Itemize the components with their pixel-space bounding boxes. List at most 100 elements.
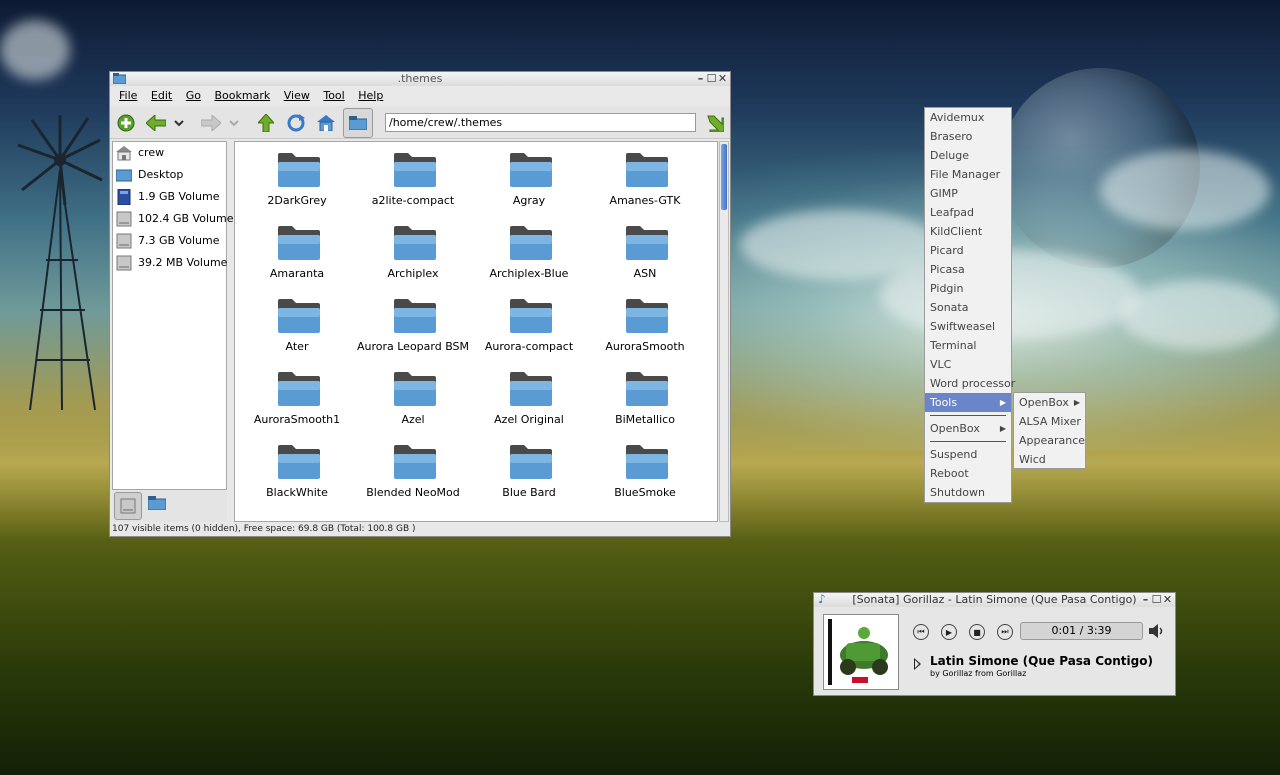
menu-bookmark[interactable]: Bookmark bbox=[210, 86, 276, 106]
folder-item[interactable]: Azel Original bbox=[471, 361, 587, 434]
folder-item[interactable]: ASN bbox=[587, 215, 703, 288]
maximize-button[interactable]: ☐ bbox=[706, 72, 717, 86]
up-button[interactable] bbox=[255, 112, 277, 134]
folder-item[interactable]: BiMetallico bbox=[587, 361, 703, 434]
side-item-volume[interactable]: 1.9 GB Volume bbox=[113, 186, 226, 208]
menu-item-avidemux[interactable]: Avidemux bbox=[925, 108, 1011, 127]
folder-item[interactable]: Archiplex bbox=[355, 215, 471, 288]
folder-item[interactable]: a2lite-compact bbox=[355, 142, 471, 215]
side-item-volume[interactable]: 39.2 MB Volume bbox=[113, 252, 227, 274]
back-button[interactable] bbox=[145, 112, 167, 134]
menu-item-openbox[interactable]: OpenBox ▶ bbox=[925, 419, 1011, 438]
side-item-home[interactable]: crew bbox=[113, 142, 226, 164]
location-input[interactable]: /home/crew/.themes bbox=[385, 113, 696, 132]
menu-item-kildclient[interactable]: KildClient bbox=[925, 222, 1011, 241]
side-item-volume[interactable]: 102.4 GB Volume bbox=[113, 208, 233, 230]
menu-item-picard[interactable]: Picard bbox=[925, 241, 1011, 260]
places-view-button[interactable] bbox=[114, 492, 142, 520]
next-button[interactable]: ⏭ bbox=[997, 624, 1013, 640]
maximize-button[interactable]: ☐ bbox=[1151, 593, 1162, 607]
folder-item[interactable]: Agray bbox=[471, 142, 587, 215]
folder-item[interactable]: BlueSmoke bbox=[587, 434, 703, 507]
folder-label: BiMetallico bbox=[615, 413, 675, 426]
go-button[interactable] bbox=[704, 112, 726, 134]
menu-item-vlc[interactable]: VLC bbox=[925, 355, 1011, 374]
menu-item-deluge[interactable]: Deluge bbox=[925, 146, 1011, 165]
menu-item-label: Terminal bbox=[930, 339, 977, 352]
menu-item-wicd[interactable]: Wicd bbox=[1014, 450, 1085, 469]
stop-button[interactable]: ■ bbox=[969, 624, 985, 640]
menu-item-sonata[interactable]: Sonata bbox=[925, 298, 1011, 317]
volume-button[interactable] bbox=[1148, 623, 1164, 642]
forward-history-button[interactable] bbox=[227, 112, 241, 134]
folder-item[interactable]: AuroraSmooth bbox=[587, 288, 703, 361]
cloud bbox=[1120, 280, 1280, 350]
folder-item[interactable]: BlackWhite bbox=[239, 434, 355, 507]
menu-edit[interactable]: Edit bbox=[146, 86, 177, 106]
close-button[interactable]: ✕ bbox=[717, 72, 728, 86]
folder-item[interactable]: 2DarkGrey bbox=[239, 142, 355, 215]
menu-item-alsa-mixer[interactable]: ALSA Mixer bbox=[1014, 412, 1085, 431]
menu-item-swiftweasel[interactable]: Swiftweasel bbox=[925, 317, 1011, 336]
expander-arrow-icon[interactable] bbox=[914, 658, 921, 670]
new-tab-button[interactable] bbox=[115, 112, 137, 134]
sonata-titlebar[interactable]: ♪ [Sonata] Gorillaz - Latin Simone (Que … bbox=[814, 592, 1175, 607]
menu-item-file-manager[interactable]: File Manager bbox=[925, 165, 1011, 184]
folder-item[interactable]: Azel bbox=[355, 361, 471, 434]
side-item-desktop[interactable]: Desktop bbox=[113, 164, 226, 186]
tree-view-button[interactable] bbox=[147, 496, 167, 513]
menu-item-word-processor[interactable]: Word processor bbox=[925, 374, 1015, 393]
minimize-button[interactable]: – bbox=[1140, 593, 1151, 607]
menu-tool[interactable]: Tool bbox=[318, 86, 349, 106]
menu-item-appearance[interactable]: Appearance bbox=[1014, 431, 1085, 450]
play-button[interactable]: ▶ bbox=[941, 624, 957, 640]
windmill-graphic bbox=[17, 115, 103, 410]
menu-go[interactable]: Go bbox=[181, 86, 206, 106]
reload-button[interactable] bbox=[285, 112, 307, 134]
menu-item-gimp[interactable]: GIMP bbox=[925, 184, 1011, 203]
speaker-icon bbox=[1149, 624, 1163, 638]
location-toggle-button[interactable] bbox=[343, 108, 373, 138]
minimize-button[interactable]: – bbox=[695, 72, 706, 86]
scrollbar-thumb[interactable] bbox=[721, 144, 727, 210]
menu-item-brasero[interactable]: Brasero bbox=[925, 127, 1011, 146]
menu-item-label: VLC bbox=[930, 358, 952, 371]
side-item-volume[interactable]: 7.3 GB Volume bbox=[113, 230, 226, 252]
previous-button[interactable]: ⏮ bbox=[913, 624, 929, 640]
folder-item[interactable]: Amaranta bbox=[239, 215, 355, 288]
menu-item-reboot[interactable]: Reboot bbox=[925, 464, 1011, 483]
album-cover[interactable] bbox=[823, 614, 899, 690]
menu-item-openbox[interactable]: OpenBox ▶ bbox=[1014, 393, 1085, 412]
back-history-button[interactable] bbox=[172, 112, 186, 134]
side-pane-switcher bbox=[112, 490, 227, 522]
folder-icon bbox=[510, 226, 552, 260]
menu-view[interactable]: View bbox=[279, 86, 315, 106]
close-button[interactable]: ✕ bbox=[1162, 593, 1173, 607]
folder-item[interactable]: Blended NeoMod bbox=[355, 434, 471, 507]
menu-item-leafpad[interactable]: Leafpad bbox=[925, 203, 1011, 222]
menu-item-pidgin[interactable]: Pidgin bbox=[925, 279, 1011, 298]
folder-item[interactable]: AuroraSmooth1 bbox=[239, 361, 355, 434]
folder-icon bbox=[394, 226, 436, 260]
folder-item[interactable]: Aurora Leopard BSM bbox=[355, 288, 471, 361]
folder-label: BlackWhite bbox=[266, 486, 328, 499]
forward-button[interactable] bbox=[200, 112, 222, 134]
menu-item-suspend[interactable]: Suspend bbox=[925, 445, 1011, 464]
folder-item[interactable]: Blue Bard bbox=[471, 434, 587, 507]
menu-help[interactable]: Help bbox=[353, 86, 388, 106]
vertical-scrollbar[interactable] bbox=[719, 141, 729, 522]
menu-item-terminal[interactable]: Terminal bbox=[925, 336, 1011, 355]
home-icon bbox=[317, 115, 335, 131]
folder-item[interactable]: Ater bbox=[239, 288, 355, 361]
folder-item[interactable]: Aurora-compact bbox=[471, 288, 587, 361]
file-manager-titlebar[interactable]: .themes – ☐✕ bbox=[110, 72, 730, 86]
progress-bar[interactable]: 0:01 / 3:39 bbox=[1020, 622, 1143, 640]
menu-file[interactable]: File bbox=[114, 86, 142, 106]
menu-item-shutdown[interactable]: Shutdown bbox=[925, 483, 1011, 502]
folder-item[interactable]: Archiplex-Blue bbox=[471, 215, 587, 288]
home-button[interactable] bbox=[315, 112, 337, 134]
menu-item-label: Picasa bbox=[930, 263, 965, 276]
menu-item-picasa[interactable]: Picasa bbox=[925, 260, 1011, 279]
folder-item[interactable]: Amanes-GTK bbox=[587, 142, 703, 215]
menu-item-tools[interactable]: Tools ▶ bbox=[925, 393, 1011, 412]
